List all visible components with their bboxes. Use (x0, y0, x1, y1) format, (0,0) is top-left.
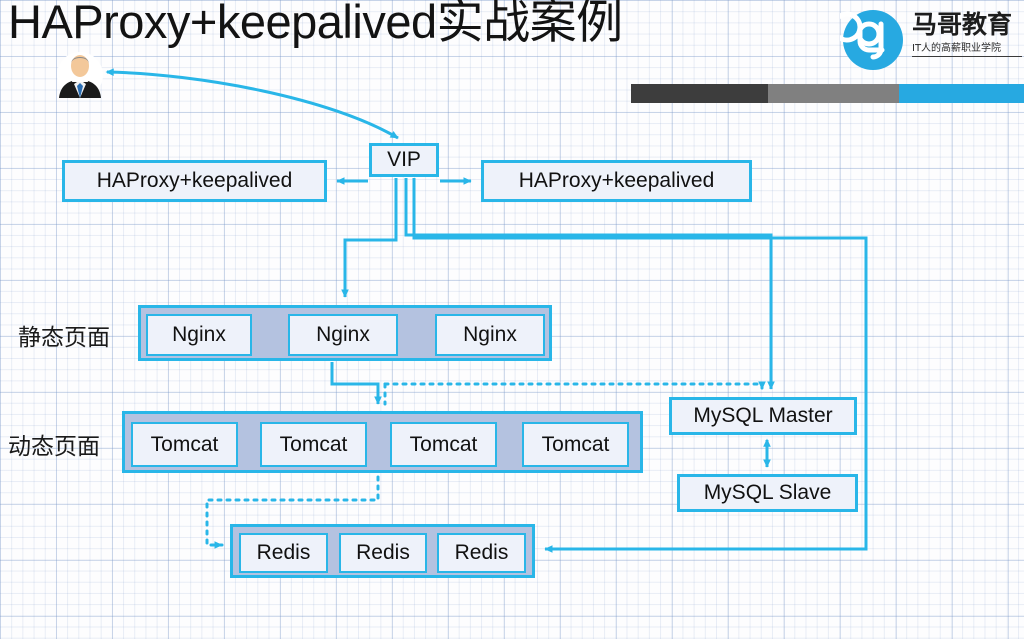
user-avatar-icon (57, 52, 103, 98)
node-tomcat-4-label: Tomcat (541, 432, 610, 456)
node-vip[interactable]: VIP (369, 143, 439, 177)
node-tomcat-1[interactable]: Tomcat (131, 422, 238, 467)
decor-bar-blue (899, 84, 1024, 103)
slide-canvas: HAProxy+keepalived实战案例 马哥教育 IT人的高薪职业学院 V… (0, 0, 1024, 639)
node-tomcat-4[interactable]: Tomcat (522, 422, 629, 467)
node-tomcat-3-label: Tomcat (409, 432, 478, 456)
brand-text-block: 马哥教育 IT人的高薪职业学院 (912, 11, 1024, 57)
cluster-static-tier: Nginx Nginx Nginx (138, 305, 552, 361)
node-redis-1[interactable]: Redis (239, 533, 328, 573)
cluster-cache-tier: Redis Redis Redis (230, 524, 535, 578)
connector-vip-to-user (105, 68, 399, 140)
node-haproxy-right[interactable]: HAProxy+keepalived (481, 160, 752, 202)
node-haproxy-left[interactable]: HAProxy+keepalived (62, 160, 327, 202)
node-nginx-2[interactable]: Nginx (288, 314, 398, 356)
node-tomcat-2-label: Tomcat (279, 432, 348, 456)
connector-static-to-dynamic (330, 362, 382, 405)
node-tomcat-2[interactable]: Tomcat (260, 422, 367, 467)
node-nginx-3[interactable]: Nginx (435, 314, 545, 356)
node-redis-2[interactable]: Redis (339, 533, 427, 573)
brand-name: 马哥教育 (912, 10, 1013, 39)
node-nginx-3-label: Nginx (463, 323, 517, 346)
page-title: HAProxy+keepalived实战案例 (8, 0, 623, 48)
node-redis-3-label: Redis (454, 541, 509, 564)
node-redis-1-label: Redis (256, 541, 311, 564)
node-nginx-1[interactable]: Nginx (146, 314, 252, 356)
connector-vip-to-static-tier (341, 178, 398, 298)
node-tomcat-3[interactable]: Tomcat (390, 422, 497, 467)
brand-logo: 马哥教育 IT人的高薪职业学院 (840, 5, 1024, 79)
node-redis-3[interactable]: Redis (437, 533, 526, 573)
cluster-dynamic-tier: Tomcat Tomcat Tomcat Tomcat (122, 411, 643, 473)
node-mysql-master[interactable]: MySQL Master (669, 397, 857, 435)
decor-bar-gray (768, 84, 899, 103)
node-haproxy-right-label: HAProxy+keepalived (518, 169, 715, 192)
decor-bars (631, 84, 1024, 103)
node-mysql-slave-label: MySQL Slave (703, 481, 832, 504)
node-mysql-slave[interactable]: MySQL Slave (677, 474, 858, 512)
tier-label-static: 静态页面 (18, 325, 110, 351)
connector-dynamic-to-mysql-master (383, 384, 762, 389)
node-redis-2-label: Redis (356, 541, 410, 564)
node-nginx-1-label: Nginx (172, 323, 226, 346)
node-haproxy-left-label: HAProxy+keepalived (96, 169, 293, 192)
node-mysql-master-label: MySQL Master (693, 404, 833, 427)
brand-tagline: IT人的高薪职业学院 (912, 43, 1022, 57)
node-vip-label: VIP (387, 148, 421, 171)
decor-bar-dark (631, 84, 768, 103)
node-tomcat-1-label: Tomcat (150, 432, 219, 456)
brand-logo-icon (840, 10, 903, 70)
tier-label-dynamic: 动态页面 (8, 434, 100, 460)
node-nginx-2-label: Nginx (316, 323, 370, 346)
